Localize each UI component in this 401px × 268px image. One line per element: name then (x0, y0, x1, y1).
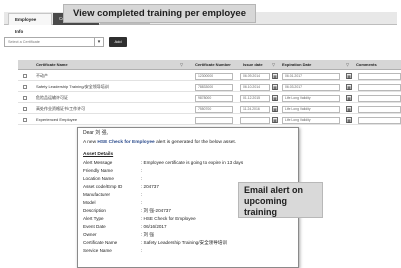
column-certificate-name[interactable]: Certificate Name (36, 60, 68, 70)
expiration-date-field[interactable]: Life Long Validity (282, 106, 340, 113)
callout-email-alert: Email alert on upcoming training (238, 182, 323, 218)
field-value: : 06/16/2017 (141, 224, 167, 229)
field-key: Certificate Name (83, 240, 118, 245)
filter-icon[interactable]: ▽ (346, 62, 349, 67)
email-field-row: Service Name: (83, 247, 293, 254)
field-key: Owner (83, 232, 97, 237)
field-value: : (141, 168, 143, 173)
field-key: Description (83, 208, 106, 213)
table-row[interactable]: 不动产 12300000 06.09.2014 ▦ 06.01.2017 ▦ (18, 71, 401, 81)
certificate-select-placeholder: Select a Certificate (8, 40, 40, 44)
issue-date-field[interactable]: 06.10.2014 (240, 84, 270, 91)
field-value: : 204737 (141, 184, 159, 189)
email-field-row: Event Date : 06/16/2017 (83, 223, 293, 230)
row-checkbox[interactable] (23, 118, 27, 122)
field-value: : (141, 192, 143, 197)
field-value: : 刘 强-204737 (141, 208, 171, 213)
certificate-name: 高处作业资格证书/工作许可 (36, 106, 86, 111)
issue-date-field[interactable]: 01.12.2015 (240, 95, 270, 102)
app-window: Employee Info Certificates Training View… (0, 0, 401, 268)
expiration-date-field[interactable]: 06.03.2017 (282, 84, 340, 91)
comments-field[interactable] (358, 95, 401, 102)
field-key: Model (83, 200, 96, 205)
table-row[interactable]: Experienced Employee ▦ Life Long Validit… (18, 115, 401, 125)
column-comments[interactable]: Comments (356, 60, 377, 70)
comments-field[interactable] (358, 84, 401, 91)
table-row[interactable]: Safety Leadership Training/安全领导培训 788330… (18, 82, 401, 92)
field-value: : (141, 248, 143, 253)
row-checkbox[interactable] (23, 107, 27, 111)
field-key: Location Name (83, 176, 114, 181)
certificate-number-field[interactable]: 9878000 (195, 95, 233, 102)
certificate-number-field[interactable]: 7550700 (195, 106, 233, 113)
table-row[interactable]: 高处作业资格证书/工作许可 7550700 11.24.2016 ▦ Life … (18, 104, 401, 114)
field-value: : (141, 200, 143, 205)
email-field-row: Alert Message : Employee certificate is g… (83, 159, 293, 166)
column-expiration-date[interactable]: Expiration Date (282, 60, 311, 70)
filter-icon[interactable]: ▽ (272, 62, 275, 67)
calendar-icon[interactable]: ▦ (346, 73, 352, 79)
certificate-name: 危险品运输许可证 (36, 95, 68, 100)
calendar-icon[interactable]: ▦ (346, 95, 352, 101)
issue-date-field[interactable]: 06.09.2014 (240, 73, 270, 80)
calendar-icon[interactable]: ▦ (272, 106, 278, 112)
field-value: : Safety Leadership Training/安全领导培训 (141, 240, 228, 245)
certificate-name: 不动产 (36, 73, 48, 78)
calendar-icon[interactable]: ▦ (272, 73, 278, 79)
certificate-number-field[interactable]: 12300000 (195, 73, 233, 80)
row-checkbox[interactable] (23, 85, 27, 89)
calendar-icon[interactable]: ▦ (272, 117, 278, 123)
filter-icon[interactable]: ▽ (180, 62, 183, 67)
email-greeting: Dear 刘 强, (83, 130, 109, 136)
email-field-row: Friendly Name: (83, 167, 293, 174)
field-value: : Employee certificate is going to expir… (141, 160, 244, 165)
field-key: Manufacturer (83, 192, 111, 197)
certificate-select[interactable]: Select a Certificate ▾ (4, 37, 104, 47)
field-key: Event Date (83, 224, 106, 229)
chevron-down-icon[interactable]: ▾ (94, 38, 103, 47)
table-header: Certificate Name ▽ Certificate Number Is… (18, 60, 401, 70)
certificate-number-field[interactable] (195, 117, 233, 124)
column-issue-date[interactable]: Issue date (243, 60, 263, 70)
email-intro-pre: A new (83, 140, 98, 145)
calendar-icon[interactable]: ▦ (346, 106, 352, 112)
expiration-date-field[interactable]: Life Long Validity (282, 117, 340, 124)
field-key: Alert Message (83, 160, 113, 165)
field-key: Alert Type (83, 216, 104, 221)
column-certificate-number[interactable]: Certificate Number (195, 60, 231, 70)
calendar-icon[interactable]: ▦ (346, 84, 352, 90)
email-field-row: Certificate Name : Safety Leadership Trai… (83, 239, 293, 246)
email-field-row: Owner : 刘 强 (83, 231, 293, 238)
certificate-number-field[interactable]: 78833000 (195, 84, 233, 91)
row-checkbox[interactable] (23, 96, 27, 100)
comments-field[interactable] (358, 106, 401, 113)
comments-field[interactable] (358, 117, 401, 124)
calendar-icon[interactable]: ▦ (272, 84, 278, 90)
field-key: Friendly Name (83, 168, 113, 173)
email-section-title: Asset Details (83, 152, 114, 157)
field-value: : (141, 176, 143, 181)
comments-field[interactable] (358, 73, 401, 80)
field-key: Service Name (83, 248, 112, 253)
field-value: : 刘 强 (141, 232, 155, 237)
email-intro-post: alert is generated for the below asset. (154, 140, 237, 145)
expiration-date-field[interactable]: Life Long Validity (282, 95, 340, 102)
callout-view-training: View completed training per employee (63, 4, 256, 23)
field-value: : HSE Check for Employee (141, 216, 196, 221)
expiration-date-field[interactable]: 06.01.2017 (282, 73, 340, 80)
issue-date-field[interactable] (240, 117, 270, 124)
calendar-icon[interactable]: ▦ (272, 95, 278, 101)
table-row[interactable]: 危险品运输许可证 9878000 01.12.2015 ▦ Life Long … (18, 93, 401, 103)
add-button[interactable]: Add (109, 37, 127, 47)
issue-date-field[interactable]: 11.24.2016 (240, 106, 270, 113)
email-alert-type-link: HSE Check for Employee (97, 140, 155, 145)
email-field-row: Location Name: (83, 175, 293, 182)
email-intro: A new HSE Check for Employee alert is ge… (83, 140, 236, 145)
tab-employee-info[interactable]: Employee Info (8, 13, 52, 34)
certificate-name: Experienced Employee (36, 117, 78, 122)
row-checkbox[interactable] (23, 74, 27, 78)
field-key: Asset code/Emp ID (83, 184, 123, 189)
certificate-name: Safety Leadership Training/安全领导培训 (36, 84, 109, 89)
calendar-icon[interactable]: ▦ (346, 117, 352, 123)
